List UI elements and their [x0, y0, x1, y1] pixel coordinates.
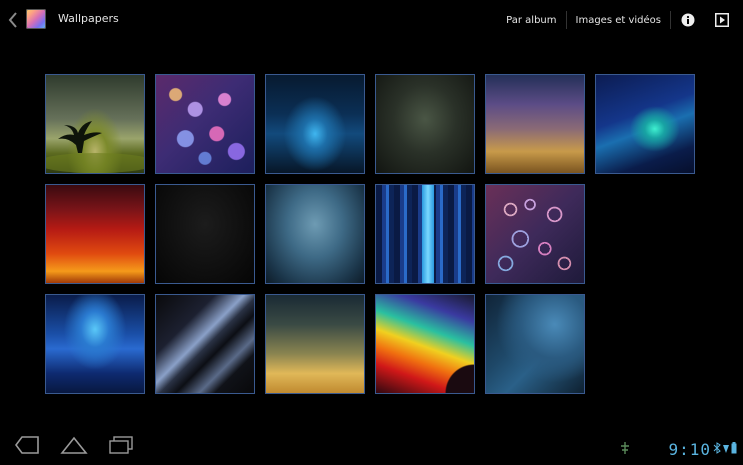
recent-apps-icon[interactable] — [108, 435, 134, 455]
battery-icon — [731, 442, 737, 454]
images-videos-button[interactable]: Images et vidéos — [567, 4, 670, 36]
wallpaper-thumbnail[interactable] — [45, 74, 145, 174]
wallpaper-thumbnail[interactable] — [155, 294, 255, 394]
wallpaper-thumbnail[interactable] — [375, 184, 475, 284]
page-title: Wallpapers — [58, 12, 119, 25]
back-icon[interactable] — [14, 435, 40, 455]
wallpaper-thumbnail[interactable] — [485, 184, 585, 284]
wallpaper-thumbnail[interactable] — [45, 294, 145, 394]
wallpaper-thumbnail[interactable] — [485, 294, 585, 394]
wifi-icon — [723, 445, 729, 453]
action-bar: Wallpapers Par album Images et vidéos — [4, 4, 739, 36]
wallpaper-thumbnail[interactable] — [595, 74, 695, 174]
wallpaper-thumbnail[interactable] — [45, 184, 145, 284]
system-nav-bar: 9:10 — [4, 429, 739, 461]
clock: 9:10 — [668, 440, 711, 459]
wallpaper-thumbnail[interactable] — [155, 184, 255, 284]
gallery-app-icon[interactable] — [26, 9, 46, 29]
chevron-left-icon[interactable] — [8, 12, 18, 28]
wallpaper-thumbnail[interactable] — [265, 74, 365, 174]
tree-illustration — [46, 121, 144, 173]
info-icon — [681, 13, 695, 27]
screen: Wallpapers Par album Images et vidéos 9:… — [4, 4, 739, 461]
by-album-button[interactable]: Par album — [497, 4, 565, 36]
light-stripe — [422, 185, 434, 283]
wallpaper-thumbnail[interactable] — [265, 294, 365, 394]
wallpaper-thumbnail[interactable] — [485, 74, 585, 174]
info-button[interactable] — [671, 4, 705, 36]
wallpaper-thumbnail[interactable] — [265, 184, 365, 284]
action-menu: Par album Images et vidéos — [497, 4, 739, 36]
wallpaper-thumbnail[interactable] — [155, 74, 255, 174]
wallpaper-thumbnail[interactable] — [375, 74, 475, 174]
slideshow-button[interactable] — [705, 4, 739, 36]
play-icon — [715, 13, 729, 27]
home-icon[interactable] — [60, 435, 88, 455]
usb-icon — [621, 442, 629, 454]
wallpaper-thumbnail[interactable] — [375, 294, 475, 394]
bluetooth-icon — [713, 442, 721, 454]
